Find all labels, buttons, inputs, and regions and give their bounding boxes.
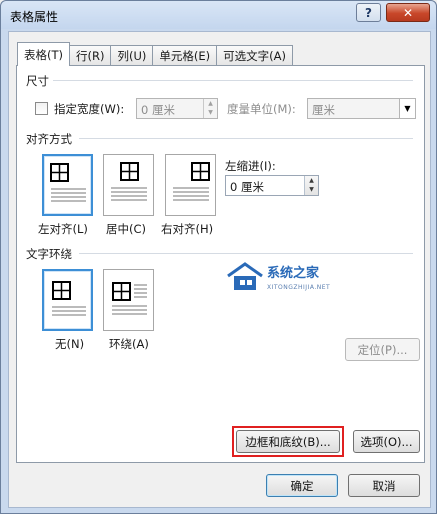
dialog-client-area: 表格(T) 行(R) 列(U) 单元格(E) 可选文字(A) 尺寸 指定宽度(W… bbox=[8, 31, 431, 508]
wrap-around-label: 环绕(A) bbox=[109, 337, 149, 351]
borders-shading-button[interactable]: 边框和底纹(B)... bbox=[236, 430, 340, 453]
align-right-icon bbox=[173, 162, 210, 201]
align-right-label: 右对齐(H) bbox=[161, 222, 214, 236]
indent-value[interactable]: 0 厘米 bbox=[230, 179, 264, 195]
options-button[interactable]: 选项(O)... bbox=[353, 430, 420, 453]
dialog-title: 表格属性 bbox=[10, 10, 59, 24]
title-bar: 表格属性 ? ✕ bbox=[1, 1, 436, 29]
cancel-button[interactable]: 取消 bbox=[348, 474, 420, 497]
wrap-none-icon bbox=[52, 281, 86, 316]
specify-width-label: 指定宽度(W): bbox=[54, 102, 125, 116]
align-left-label: 左对齐(L) bbox=[38, 222, 88, 236]
width-value: 0 厘米 bbox=[141, 103, 175, 117]
tab-alt-text[interactable]: 可选文字(A) bbox=[216, 45, 293, 66]
measure-in-select[interactable]: 厘米 ▼ bbox=[307, 98, 416, 119]
watermark-text: 系统之家 bbox=[267, 266, 320, 281]
tab-column[interactable]: 列(U) bbox=[110, 45, 154, 66]
watermark-subtext: XITONGZHIJIA.NET bbox=[267, 284, 331, 291]
measure-in-label: 度量单位(M): bbox=[227, 102, 296, 116]
tab-strip: 表格(T) 行(R) 列(U) 单元格(E) 可选文字(A) bbox=[17, 42, 293, 66]
size-group-label: 尺寸 bbox=[26, 74, 49, 88]
align-left-option[interactable] bbox=[42, 154, 93, 216]
chevron-down-icon: ▼ bbox=[208, 109, 213, 116]
close-button[interactable]: ✕ bbox=[386, 3, 430, 22]
chevron-up-icon: ▲ bbox=[208, 100, 213, 107]
wrap-around-icon bbox=[112, 282, 147, 315]
dropdown-arrow-icon[interactable]: ▼ bbox=[399, 99, 415, 118]
dialog-window: 表格属性 ? ✕ 表格(T) 行(R) 列(U) 单元格(E) 可选文字(A) … bbox=[0, 0, 437, 514]
align-center-icon bbox=[111, 162, 147, 201]
alignment-group-label: 对齐方式 bbox=[26, 132, 72, 146]
indent-stepper-arrows[interactable]: ▲ ▼ bbox=[304, 176, 318, 195]
indent-stepper[interactable]: 0 厘米 ▲ ▼ bbox=[225, 175, 319, 196]
close-icon: ✕ bbox=[402, 5, 414, 20]
align-right-option[interactable] bbox=[165, 154, 216, 216]
width-stepper[interactable]: 0 厘米 ▲ ▼ bbox=[136, 98, 218, 119]
align-center-option[interactable] bbox=[103, 154, 154, 216]
tab-panel-table: 尺寸 指定宽度(W): 0 厘米 ▲ ▼ 度量单位(M): 厘米 ▼ 对齐方式 bbox=[16, 65, 425, 463]
wrapping-group-divider bbox=[79, 253, 413, 254]
positioning-button[interactable]: 定位(P)... bbox=[345, 338, 420, 361]
ok-button[interactable]: 确定 bbox=[266, 474, 338, 497]
wrap-none-option[interactable] bbox=[42, 269, 93, 331]
chevron-down-icon[interactable]: ▼ bbox=[305, 185, 318, 194]
chevron-up-icon[interactable]: ▲ bbox=[305, 176, 318, 185]
alignment-group-divider bbox=[79, 138, 413, 139]
measure-in-value: 厘米 bbox=[312, 103, 335, 117]
specify-width-checkbox[interactable] bbox=[35, 102, 48, 115]
wrap-none-label: 无(N) bbox=[55, 337, 85, 351]
width-stepper-arrows[interactable]: ▲ ▼ bbox=[203, 99, 217, 118]
house-logo-icon bbox=[227, 262, 263, 290]
align-left-icon bbox=[50, 163, 86, 202]
help-button[interactable]: ? bbox=[356, 3, 381, 22]
site-watermark: 系统之家 XITONGZHIJIA.NET bbox=[225, 258, 335, 306]
align-center-label: 居中(C) bbox=[106, 222, 147, 236]
tab-cell[interactable]: 单元格(E) bbox=[152, 45, 218, 66]
tab-table[interactable]: 表格(T) bbox=[17, 42, 70, 66]
size-group-divider bbox=[53, 80, 413, 81]
tab-row[interactable]: 行(R) bbox=[69, 45, 112, 66]
wrap-around-option[interactable] bbox=[103, 269, 154, 331]
wrapping-group-label: 文字环绕 bbox=[26, 247, 72, 261]
indent-label: 左缩进(I): bbox=[225, 159, 276, 173]
